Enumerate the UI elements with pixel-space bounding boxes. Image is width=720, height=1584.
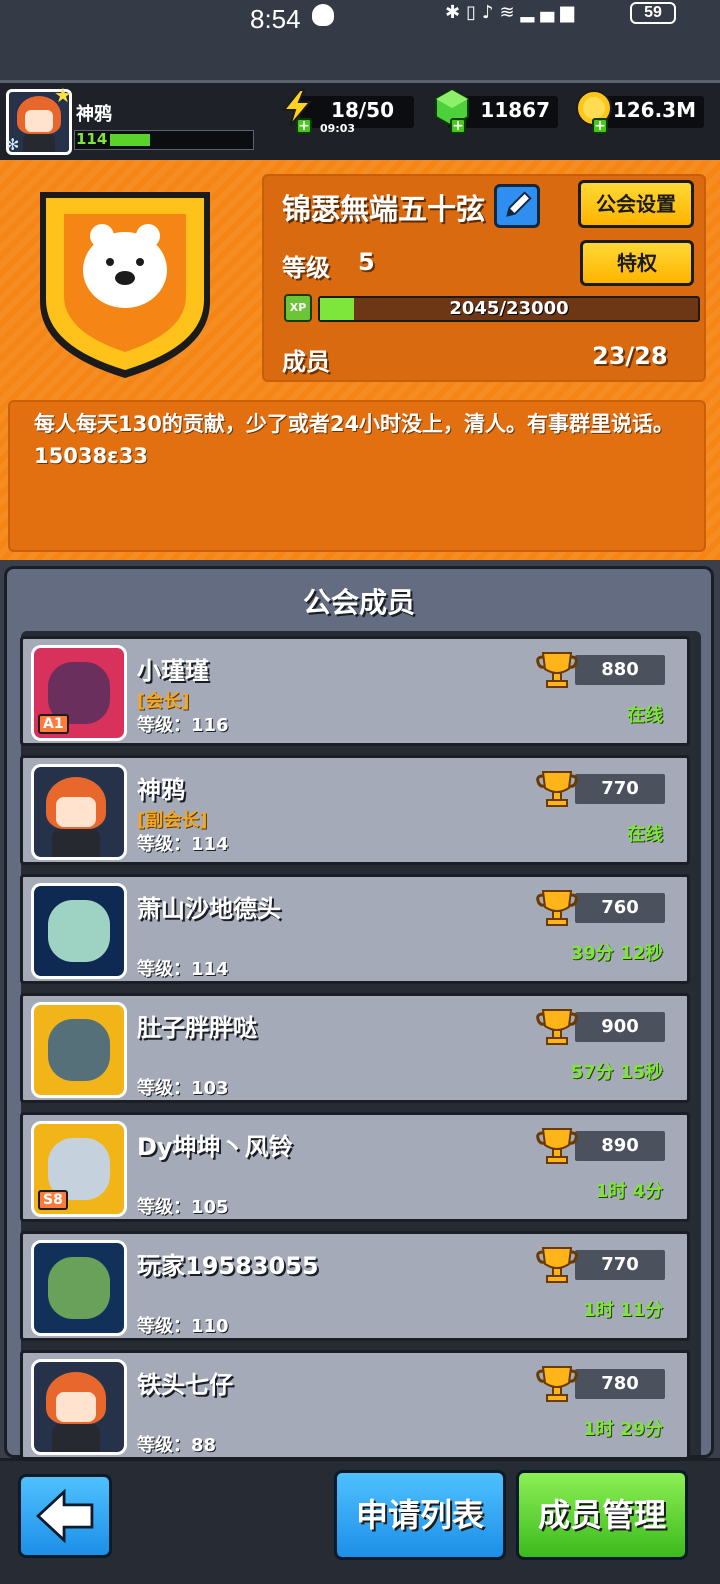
- add-energy-button[interactable]: +: [296, 118, 312, 134]
- member-trophy-score: 900: [575, 1012, 665, 1042]
- member-online-status: 39分 12秒: [570, 943, 663, 964]
- guild-description: 每人每天130的贡献，少了或者24小时没上，清人。有事群里说话。15038ɛ33: [34, 412, 675, 468]
- add-gem-button[interactable]: +: [450, 118, 466, 134]
- signal-icons: ✱▯♪≋▂▄▆: [445, 2, 581, 23]
- member-row[interactable]: 肚子胖胖哒等级：103 900 57分 15秒: [20, 993, 690, 1103]
- avatar-tag: S8: [38, 1190, 68, 1210]
- guild-level-value: 5: [358, 248, 375, 276]
- member-row[interactable]: A1 小瑾瑾 [会长] 等级：116 880 在线: [20, 636, 690, 746]
- member-level: 等级：114: [137, 959, 229, 980]
- snowflake-icon: ✻: [6, 135, 20, 154]
- guild-level-label: 等级: [282, 254, 330, 282]
- member-online-status: 在线: [627, 705, 663, 726]
- star-icon: ★: [54, 83, 72, 107]
- battery-icon: 59: [630, 2, 676, 24]
- member-online-status: 在线: [627, 824, 663, 845]
- member-level: 等级：103: [137, 1078, 229, 1099]
- member-online-status: 1时 11分: [583, 1300, 663, 1321]
- member-manage-button[interactable]: 成员管理: [516, 1470, 688, 1560]
- member-name: 小瑾瑾: [137, 657, 209, 685]
- xp-icon: XP: [284, 294, 312, 322]
- member-row[interactable]: S8 Dy坤坤丶风铃等级：105 890 1时 4分: [20, 1112, 690, 1222]
- player-name: 神鸦: [76, 104, 112, 125]
- member-row[interactable]: 铁头七仔等级：88 780 1时 29分: [20, 1350, 690, 1460]
- members-count-value: 23/28: [592, 342, 668, 370]
- member-level: 等级：114: [137, 834, 229, 855]
- members-title: 公会成员: [302, 586, 415, 619]
- member-name: 铁头七仔: [137, 1371, 233, 1399]
- trophy-icon: [536, 1247, 578, 1283]
- member-row[interactable]: 玩家19583055 等级：110 770 1时 11分: [20, 1231, 690, 1341]
- member-avatar[interactable]: A1: [31, 645, 127, 741]
- guild-settings-button[interactable]: 公会设置: [578, 180, 694, 228]
- member-trophy-score: 780: [575, 1369, 665, 1399]
- member-level: 等级：105: [137, 1197, 229, 1218]
- member-name: 肚子胖胖哒: [137, 1014, 257, 1042]
- back-button[interactable]: [18, 1474, 112, 1558]
- member-trophy-score: 890: [575, 1131, 665, 1161]
- energy-timer: 09:03: [320, 122, 356, 135]
- member-avatar[interactable]: S8: [31, 1121, 127, 1217]
- member-avatar[interactable]: [31, 1359, 127, 1455]
- apply-list-button[interactable]: 申请列表: [334, 1470, 506, 1560]
- member-name: 萧山沙地德头: [137, 895, 281, 923]
- energy-value: 18/50: [331, 98, 394, 122]
- guild-xp-bar: 2045/23000: [318, 296, 700, 322]
- qq-icon: [312, 4, 334, 26]
- guild-emblem: [40, 192, 210, 378]
- gem-value: 11867: [480, 98, 550, 122]
- member-trophy-score: 880: [575, 655, 665, 685]
- member-level: 等级：116: [137, 715, 229, 736]
- trophy-icon: [536, 1366, 578, 1402]
- trophy-icon: [536, 1009, 578, 1045]
- back-arrow-icon: [36, 1488, 94, 1544]
- member-role: [会长]: [137, 691, 190, 712]
- member-name: 神鸦: [137, 776, 185, 804]
- member-row[interactable]: 神鸦 [副会长] 等级：114 770 在线: [20, 755, 690, 865]
- edit-name-button[interactable]: [494, 184, 540, 228]
- member-row[interactable]: 萧山沙地德头等级：114 760 39分 12秒: [20, 874, 690, 984]
- members-count-label: 成员: [282, 348, 330, 376]
- trophy-icon: [536, 1128, 578, 1164]
- status-time: 8:54: [250, 4, 301, 34]
- guild-xp-text: 2045/23000: [449, 298, 569, 319]
- add-gold-button[interactable]: +: [592, 118, 608, 134]
- member-name: 玩家19583055: [137, 1252, 319, 1280]
- member-online-status: 1时 4分: [595, 1181, 663, 1202]
- member-online-status: 57分 15秒: [570, 1062, 663, 1083]
- member-avatar[interactable]: [31, 883, 127, 979]
- member-avatar[interactable]: [31, 764, 127, 860]
- member-online-status: 1时 29分: [583, 1419, 663, 1440]
- member-avatar[interactable]: [31, 1002, 127, 1098]
- status-bar: 8:54 ✱▯♪≋▂▄▆ 59: [0, 0, 720, 44]
- member-level: 等级：88: [137, 1435, 217, 1456]
- trophy-icon: [536, 890, 578, 926]
- pencil-icon: [506, 191, 532, 217]
- member-role: [副会长]: [137, 810, 208, 831]
- gold-value: 126.3M: [612, 98, 696, 122]
- member-avatar[interactable]: [31, 1240, 127, 1336]
- member-trophy-score: 760: [575, 893, 665, 923]
- trophy-icon: [536, 652, 578, 688]
- player-xp-fill: [110, 134, 150, 146]
- member-name: Dy坤坤丶风铃: [137, 1133, 293, 1161]
- trophy-icon: [536, 771, 578, 807]
- guild-name: 锦瑟無端五十弦: [282, 192, 486, 226]
- player-level: 114: [76, 130, 108, 148]
- privilege-button[interactable]: 特权: [580, 240, 694, 286]
- member-trophy-score: 770: [575, 774, 665, 804]
- member-trophy-score: 770: [575, 1250, 665, 1280]
- member-level: 等级：110: [137, 1316, 229, 1337]
- top-spacer: [0, 44, 720, 80]
- avatar-tag: A1: [38, 714, 69, 734]
